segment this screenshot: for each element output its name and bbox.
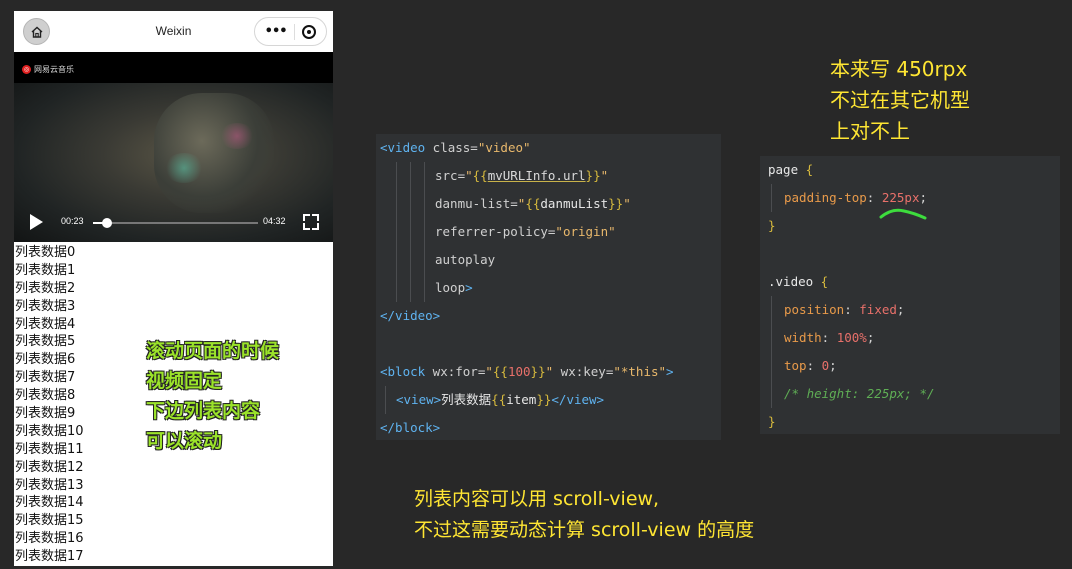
css-code-panel: page { padding-top: 225px; } .video { po…: [760, 156, 1060, 434]
annotation-line: 上对不上: [830, 119, 910, 143]
list-item: 列表数据14: [15, 495, 84, 511]
code-line: top: 0;: [760, 352, 1060, 380]
green-note: 滚动页面的时候 视频固定 下边列表内容 可以滚动: [146, 336, 333, 456]
list-item: 列表数据13: [15, 477, 84, 493]
list-item: 列表数据1: [15, 262, 76, 278]
annotation-line: 不过这需要动态计算 scroll-view 的高度: [414, 519, 755, 541]
nav-bar: Weixin •••: [14, 11, 333, 52]
code-line: /* height: 225px; */: [760, 380, 1060, 408]
play-icon[interactable]: [30, 214, 43, 230]
annotation-line: 本来写 450rpx: [830, 57, 968, 81]
progress-bar[interactable]: [93, 218, 258, 228]
code-line: </video>: [380, 308, 441, 323]
code-line: loop>: [376, 274, 721, 302]
green-note-line: 可以滚动: [146, 430, 223, 452]
video-glow: [219, 123, 255, 149]
list-item: 列表数据12: [15, 459, 84, 475]
list-item: 列表数据0: [15, 245, 76, 260]
code-line: src="{{mvURLInfo.url}}": [376, 162, 721, 190]
wxml-code-panel: <video class="video" src="{{mvURLInfo.ur…: [376, 134, 721, 440]
code-line: }: [768, 414, 776, 429]
code-line: <block wx:for="{{100}}" wx:key="*this">: [380, 364, 674, 379]
list-item: 列表数据15: [15, 513, 84, 529]
video-controls: 00:23 04:32: [14, 202, 333, 242]
current-time: 00:23: [61, 216, 84, 226]
code-line: .video {: [768, 274, 829, 289]
green-note-line: 视频固定: [146, 370, 223, 392]
highlight-underline-icon: [879, 208, 927, 220]
annotation-line: 列表内容可以用 scroll-view,: [414, 488, 660, 510]
close-miniprogram-icon[interactable]: [302, 24, 317, 39]
netease-logo-icon: ◎: [22, 65, 31, 74]
list-item: 列表数据16: [15, 531, 84, 547]
code-line: referrer-policy="origin": [376, 218, 721, 246]
green-note-line: 滚动页面的时候: [146, 340, 280, 362]
code-line: page {: [768, 162, 814, 177]
video-figure: [154, 93, 274, 213]
capsule-menu: •••: [254, 17, 327, 46]
list-item: 列表数据17: [15, 549, 84, 565]
video-glow: [164, 153, 204, 183]
brand-label: 网易云音乐: [34, 65, 74, 74]
annotation-line: 不过在其它机型: [830, 88, 970, 112]
capsule-divider: [293, 23, 295, 40]
annotation-bottom: 列表内容可以用 scroll-view, 不过这需要动态计算 scroll-vi…: [414, 484, 754, 546]
more-icon[interactable]: •••: [265, 25, 288, 38]
annotation-top-right: 本来写 450rpx 不过在其它机型 上对不上: [830, 54, 970, 147]
video-player[interactable]: ◎ 网易云音乐 00:23 04:32: [14, 52, 333, 242]
code-line: width: 100%;: [760, 324, 1060, 352]
green-note-line: 下边列表内容: [146, 400, 261, 422]
fullscreen-icon[interactable]: [303, 214, 319, 230]
list-item: 列表数据2: [15, 280, 76, 296]
list-item: 列表数据4: [15, 316, 76, 332]
phone-simulator: Weixin ••• ◎ 网易云音乐 00:23 04:32 列表数据0 列表数…: [14, 11, 333, 566]
code-line: danmu-list="{{danmuList}}": [376, 190, 721, 218]
total-time: 04:32: [263, 216, 286, 226]
list-item: 列表数据3: [15, 298, 76, 314]
video-brand: ◎ 网易云音乐: [22, 64, 74, 75]
code-line: <view>列表数据{{item}}</view>: [376, 386, 721, 414]
code-line: </block>: [380, 420, 441, 435]
code-line: position: fixed;: [760, 296, 1060, 324]
code-line: <video class="video": [380, 140, 531, 155]
code-line: autoplay: [376, 246, 721, 274]
progress-thumb[interactable]: [102, 218, 113, 228]
